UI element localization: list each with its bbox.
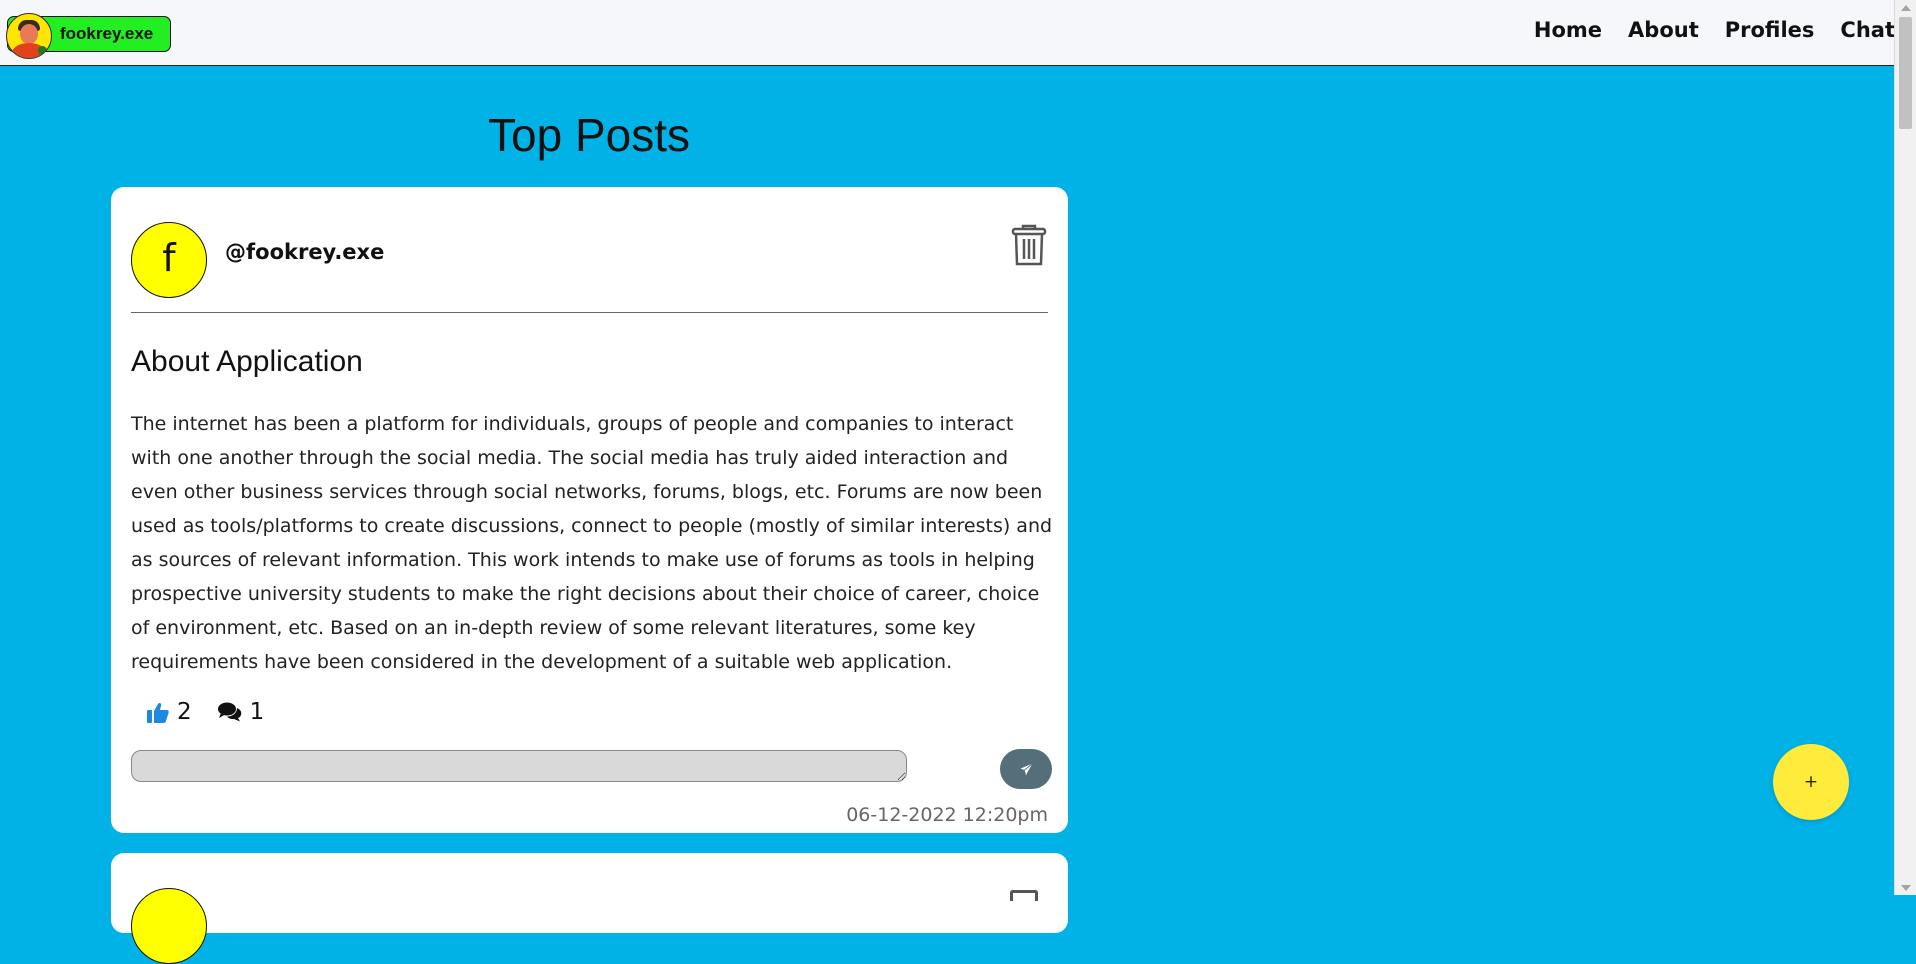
post-divider [131, 312, 1048, 313]
avatar[interactable]: f [131, 222, 207, 298]
brand-logo [6, 13, 52, 59]
brand-name: fookrey.exe [60, 24, 154, 43]
scroll-down-arrow-icon[interactable] [1901, 885, 1911, 891]
post-card: f @fookrey.exe About Application The int… [111, 187, 1068, 833]
post-username[interactable]: @fookrey.exe [225, 240, 384, 264]
comments-button[interactable]: 1 [217, 699, 265, 725]
thumbs-up-icon [147, 702, 169, 723]
brand-link[interactable]: fookrey.exe [6, 13, 171, 59]
scroll-up-arrow-icon[interactable] [1901, 5, 1911, 11]
post-title: About Application [131, 345, 363, 378]
nav-profiles[interactable]: Profiles [1725, 18, 1815, 42]
like-button[interactable]: 2 [147, 699, 192, 725]
trash-icon[interactable] [1010, 890, 1038, 901]
nav-home[interactable]: Home [1534, 18, 1602, 42]
comment-count: 1 [249, 699, 265, 725]
comments-icon [217, 702, 241, 722]
nav-chat[interactable]: Chat [1840, 18, 1895, 42]
nav-links: Home About Profiles Chat [1534, 18, 1895, 42]
comment-input[interactable] [131, 750, 907, 782]
page-title: Top Posts [488, 109, 690, 161]
nav-about[interactable]: About [1628, 18, 1699, 42]
post-stats: 2 1 [147, 699, 290, 725]
scrollbar-thumb[interactable] [1899, 17, 1912, 129]
post-timestamp: 06-12-2022 12:20pm [846, 804, 1048, 826]
like-count: 2 [177, 699, 192, 725]
page-scrollbar[interactable] [1894, 0, 1916, 895]
post-body: The internet has been a platform for ind… [131, 413, 1053, 673]
trash-icon[interactable] [1011, 224, 1047, 266]
add-post-button[interactable]: + [1773, 744, 1849, 820]
paper-plane-icon [1019, 762, 1033, 775]
navbar: fookrey.exe Home About Profiles Chat [0, 0, 1895, 66]
send-comment-button[interactable] [1000, 749, 1052, 789]
avatar[interactable] [131, 888, 207, 964]
post-card [111, 853, 1068, 964]
